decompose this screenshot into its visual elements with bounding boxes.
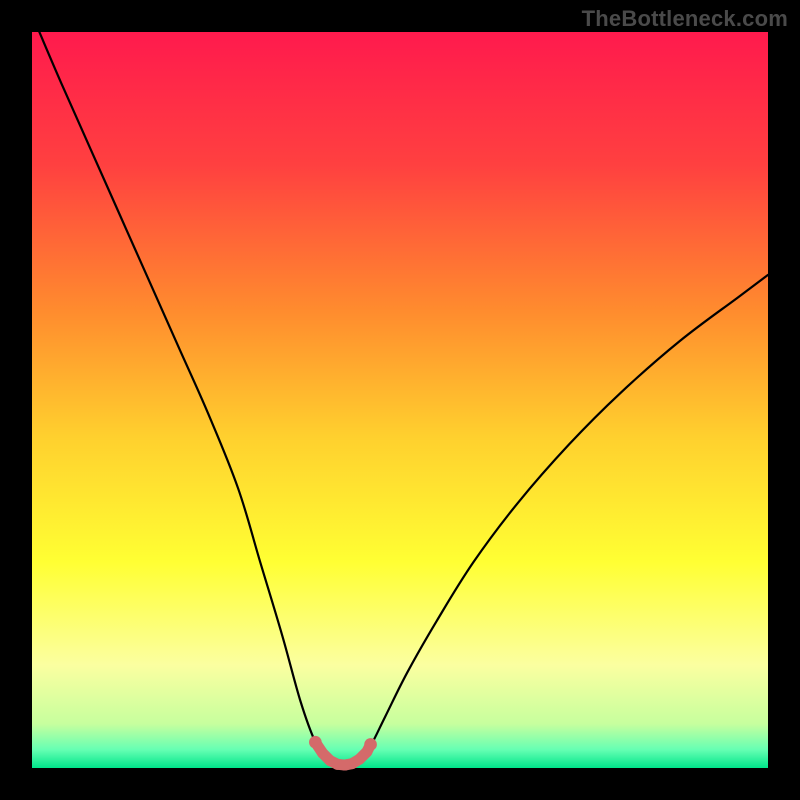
chart-frame: TheBottleneck.com bbox=[0, 0, 800, 800]
gradient-background bbox=[32, 32, 768, 768]
bottleneck-chart bbox=[0, 0, 800, 800]
